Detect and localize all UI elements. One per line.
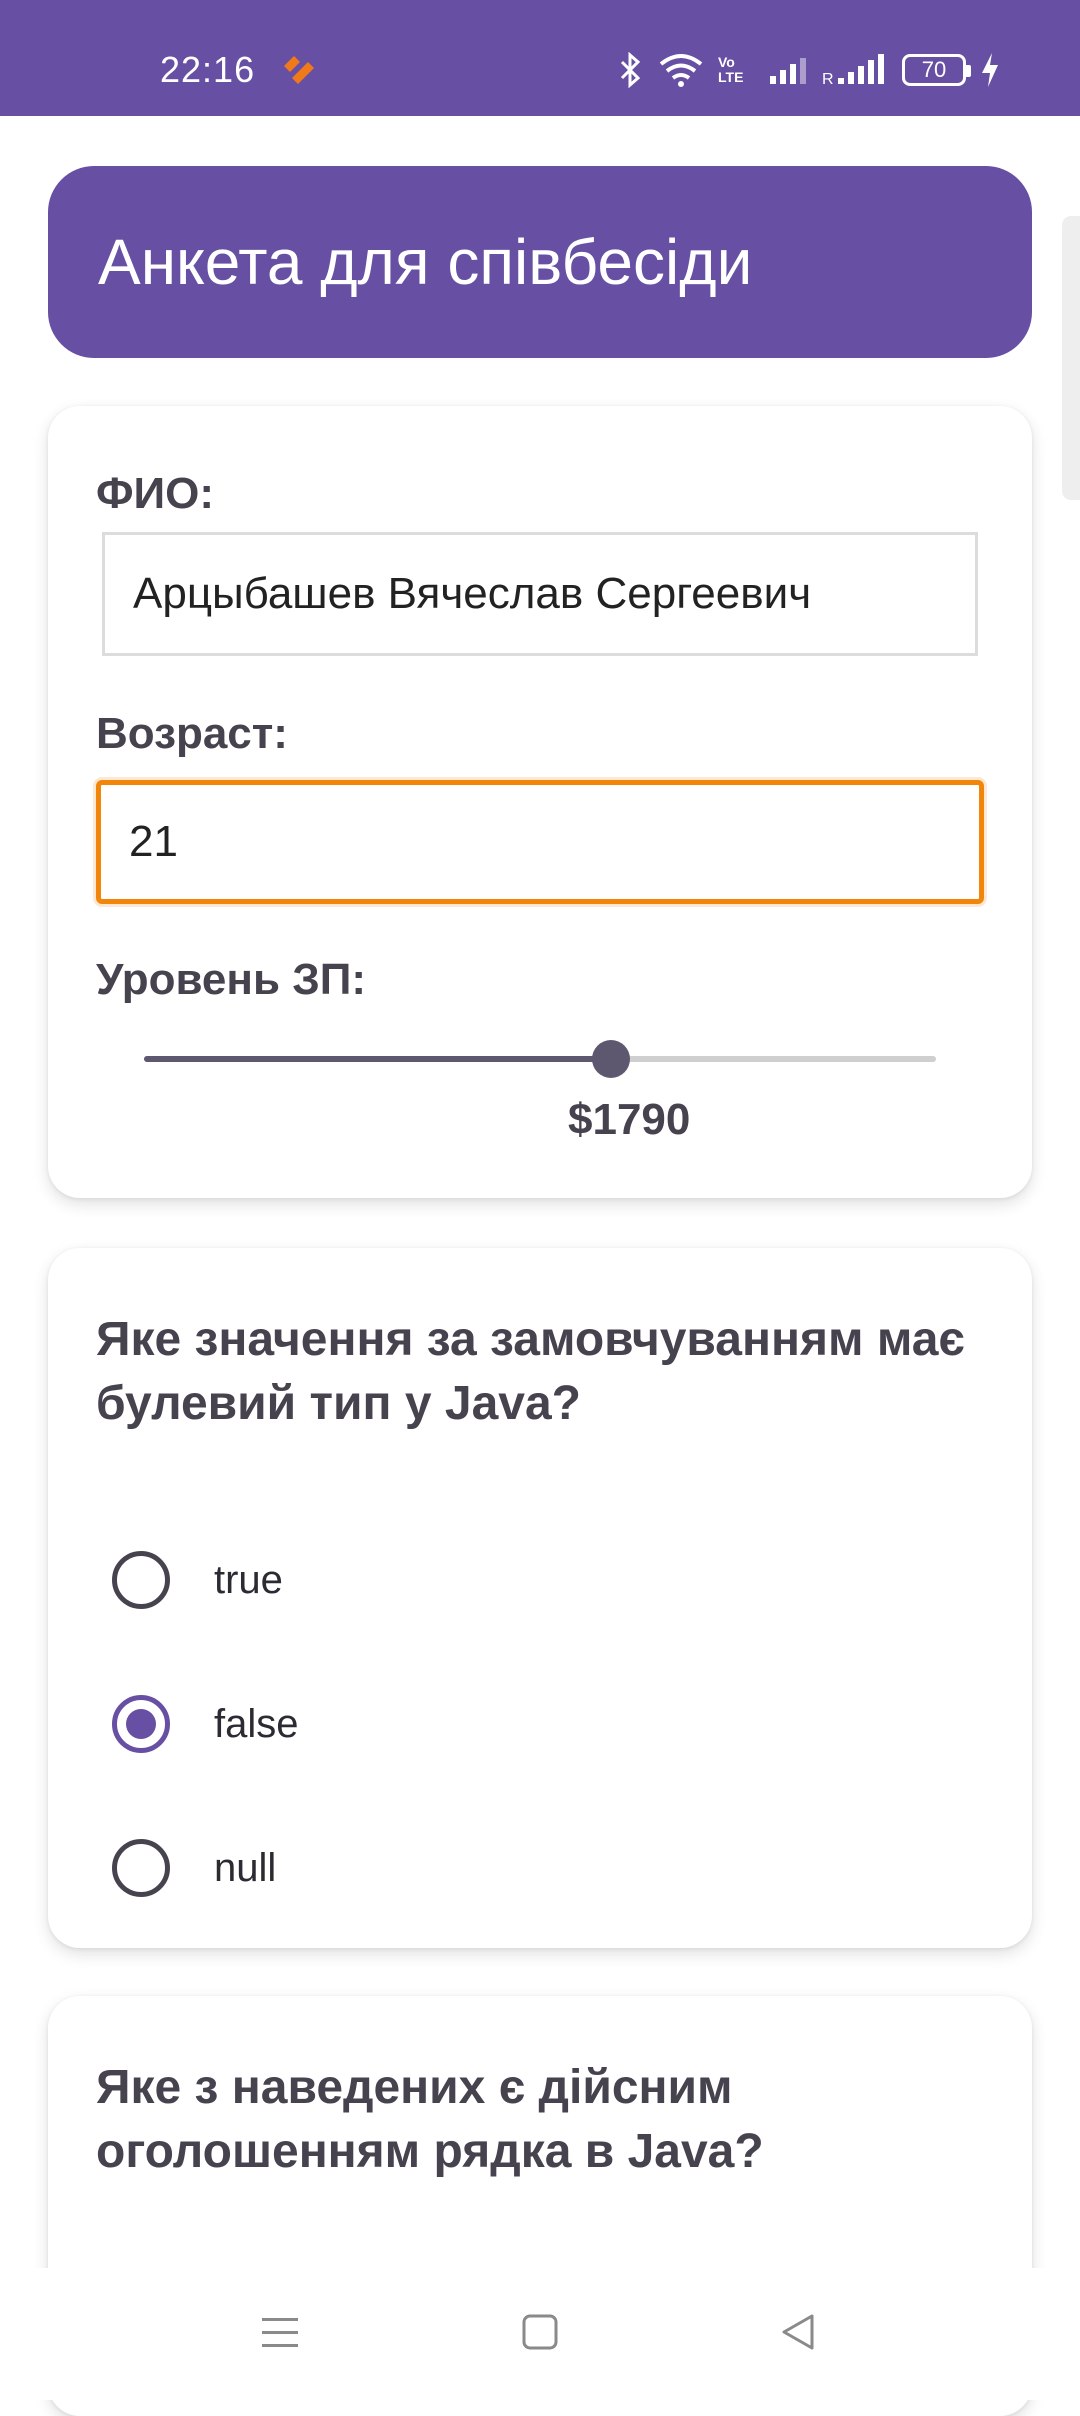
header-card: Анкета для співбесіди — [48, 166, 1032, 358]
home-button[interactable] — [508, 2300, 572, 2364]
wifi-icon — [658, 52, 704, 88]
salary-value: $1790 — [568, 1092, 690, 1148]
personal-info-card: ФИО: Возраст: Уровень ЗП: $1790 — [48, 406, 1032, 1198]
status-icons: Vo LTE R 70 — [618, 48, 1000, 92]
status-time: 22:16 — [160, 48, 255, 92]
signal-1-icon — [768, 54, 808, 86]
back-button[interactable] — [766, 2300, 830, 2364]
navigation-bar — [0, 2268, 1080, 2400]
battery-level: 70 — [922, 59, 946, 81]
option-null[interactable]: null — [112, 1828, 276, 1908]
salary-slider[interactable] — [144, 1056, 936, 1062]
option-null-label: null — [214, 1846, 276, 1891]
salary-label: Уровень ЗП: — [96, 952, 366, 1008]
status-bar: 22:16 Vo LTE R 70 — [0, 0, 1080, 116]
charging-icon — [980, 53, 1000, 87]
radio-button-false[interactable] — [112, 1695, 170, 1753]
battery-icon: 70 — [902, 54, 966, 86]
name-label: ФИО: — [96, 466, 214, 522]
signal-2-roaming-icon: R — [822, 54, 888, 86]
bluetooth-icon — [618, 52, 644, 88]
home-square-icon — [521, 2313, 559, 2351]
back-triangle-icon — [779, 2312, 817, 2352]
radio-button-null[interactable] — [112, 1839, 170, 1897]
menu-icon — [260, 2315, 300, 2349]
option-true-label: true — [214, 1558, 283, 1603]
age-field[interactable] — [96, 780, 984, 904]
menu-button[interactable] — [248, 2300, 312, 2364]
salary-slider-fill — [144, 1056, 611, 1062]
option-false-label: false — [214, 1702, 299, 1747]
question-1-text: Яке значення за замовчуванням має булеви… — [96, 1308, 996, 1436]
volte-indicator: Vo LTE — [718, 55, 754, 85]
scroll-indicator[interactable] — [1062, 216, 1080, 500]
page-title: Анкета для співбесіди — [98, 224, 752, 300]
app-notification-icon — [278, 52, 318, 88]
salary-slider-thumb[interactable] — [592, 1040, 630, 1078]
svg-text:R: R — [822, 71, 834, 86]
option-true[interactable]: true — [112, 1540, 283, 1620]
radio-button-true[interactable] — [112, 1551, 170, 1609]
option-false[interactable]: false — [112, 1684, 299, 1764]
question-card-1: Яке значення за замовчуванням має булеви… — [48, 1248, 1032, 1948]
age-label: Возраст: — [96, 706, 288, 762]
question-2-text: Яке з наведених є дійсним оголошенням ря… — [96, 2056, 996, 2184]
name-field[interactable] — [102, 532, 978, 656]
